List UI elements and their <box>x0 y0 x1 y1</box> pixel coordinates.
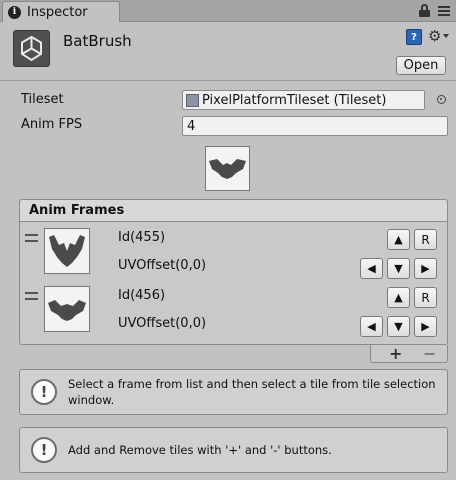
list-item[interactable]: Id(456) UVOffset(0,0) ▲ R ◀ ▼ ▶ <box>20 282 447 340</box>
frame-id: Id(455) <box>118 230 166 245</box>
object-picker-icon[interactable] <box>437 95 446 104</box>
tab-bar: i Inspector <box>0 0 456 22</box>
book-icon[interactable]: ? <box>406 29 422 45</box>
remove-frame-button[interactable]: − <box>423 344 436 363</box>
reset-button[interactable]: R <box>414 229 437 250</box>
help-text: Select a frame from list and then select… <box>68 377 436 407</box>
exclamation-icon: ! <box>31 379 57 405</box>
frame-uv-offset: UVOffset(0,0) <box>118 258 207 273</box>
move-down-button[interactable]: ▼ <box>387 258 410 279</box>
inspector-header: BatBrush ? ⚙ Open <box>0 22 456 80</box>
menu-icon[interactable] <box>438 5 450 16</box>
move-left-button[interactable]: ◀ <box>360 258 383 279</box>
object-title: BatBrush <box>63 32 132 50</box>
anim-fps-field[interactable]: 4 <box>182 116 448 136</box>
tileset-field[interactable]: PixelPlatformTileset (Tileset) <box>182 90 425 110</box>
list-title: Anim Frames <box>20 200 447 222</box>
lock-icon[interactable] <box>419 4 430 17</box>
info-icon: i <box>8 5 21 19</box>
drag-handle-icon[interactable] <box>25 234 38 242</box>
open-button[interactable]: Open <box>396 56 446 75</box>
divider <box>0 80 456 81</box>
help-box: ! Add and Remove tiles with '+' and '-' … <box>19 427 448 473</box>
help-text: Add and Remove tiles with '+' and '-' bu… <box>68 443 332 457</box>
anim-fps-label: Anim FPS <box>21 117 83 132</box>
frame-id: Id(456) <box>118 288 166 303</box>
tileset-asset-icon <box>186 93 199 107</box>
move-up-button[interactable]: ▲ <box>387 229 410 250</box>
move-down-button[interactable]: ▼ <box>387 316 410 337</box>
gear-icon[interactable]: ⚙ <box>428 27 441 45</box>
sprite-preview <box>205 146 250 191</box>
tileset-label: Tileset <box>21 92 64 107</box>
reset-button[interactable]: R <box>414 287 437 308</box>
drag-handle-icon[interactable] <box>25 292 38 300</box>
anim-frames-list: Anim Frames Id(455) UVOffset(0,0) ▲ R ◀ … <box>19 199 448 345</box>
exclamation-icon: ! <box>31 437 57 463</box>
tab-tools <box>419 4 450 17</box>
tab-inspector[interactable]: i Inspector <box>2 1 120 22</box>
caret-icon <box>443 34 449 38</box>
list-item[interactable]: Id(455) UVOffset(0,0) ▲ R ◀ ▼ ▶ <box>20 224 447 282</box>
list-footer: + − <box>370 344 448 363</box>
move-right-button[interactable]: ▶ <box>414 316 437 337</box>
add-frame-button[interactable]: + <box>389 344 402 363</box>
tileset-value: PixelPlatformTileset (Tileset) <box>202 92 387 108</box>
tab-label: Inspector <box>27 4 88 20</box>
frame-thumbnail <box>44 286 90 332</box>
move-right-button[interactable]: ▶ <box>414 258 437 279</box>
unity-logo-icon <box>13 30 50 67</box>
move-up-button[interactable]: ▲ <box>387 287 410 308</box>
help-box: ! Select a frame from list and then sele… <box>19 369 448 415</box>
frame-uv-offset: UVOffset(0,0) <box>118 316 207 331</box>
frame-thumbnail <box>44 228 90 274</box>
move-left-button[interactable]: ◀ <box>360 316 383 337</box>
